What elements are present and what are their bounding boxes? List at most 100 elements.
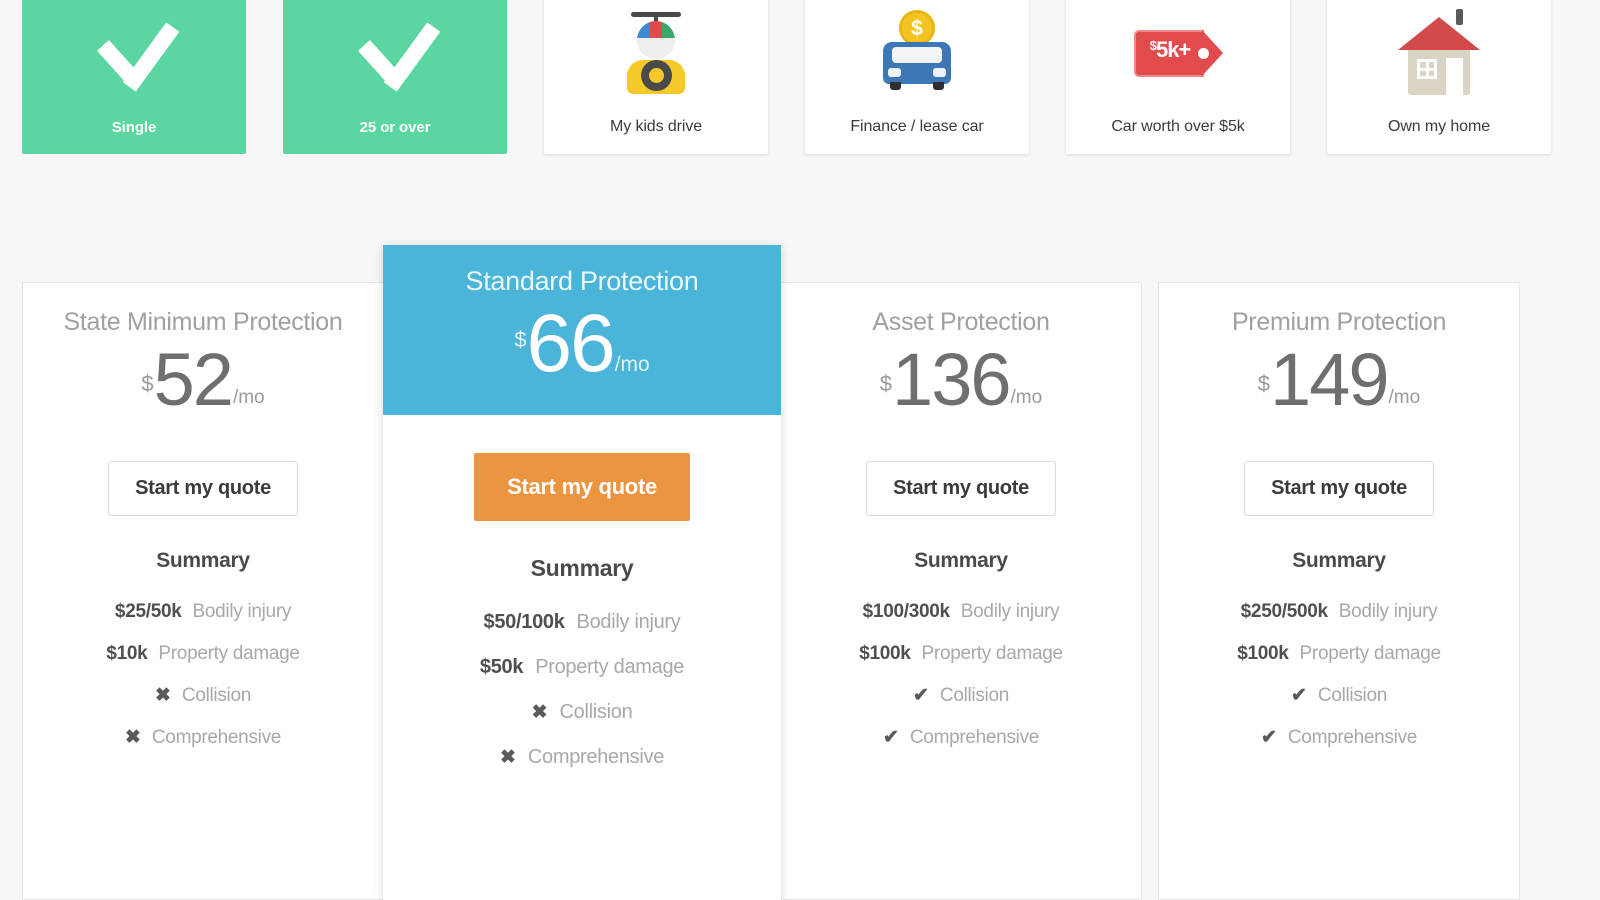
- plan-name: Premium Protection: [1231, 308, 1447, 336]
- plan-header: Premium Protection $149/mo: [1159, 283, 1519, 417]
- summary-row: $50/100k Bodily injury: [383, 600, 781, 645]
- summary-label: Comprehensive: [909, 726, 1040, 748]
- summary-list: $250/500k Bodily injury $100k Property dama…: [1159, 591, 1519, 759]
- price-period: /mo: [232, 386, 265, 408]
- price-period: /mo: [614, 352, 650, 376]
- plan-header: Standard Protection $66/mo: [383, 245, 781, 415]
- start-my-quote-button[interactable]: Start my quote: [108, 460, 298, 516]
- profile-tiles-row: Single 25 or over My kids drive $ Finance / …: [22, 0, 1578, 154]
- check-icon: [352, 20, 438, 82]
- plan-header: Asset Protection $136/mo: [781, 283, 1141, 417]
- summary-row: $100k Property damage: [1159, 633, 1519, 675]
- summary-label: Bodily injury: [960, 600, 1060, 622]
- profile-tile-single[interactable]: Single: [22, 0, 246, 154]
- currency-symbol: $: [1257, 370, 1271, 396]
- plan-card-standard-protection: Standard Protection $66/mo Start my quote S…: [383, 245, 781, 900]
- summary-value: $50k: [479, 655, 524, 678]
- price-amount: 52: [153, 337, 234, 421]
- profile-tile-own-my-home[interactable]: Own my home: [1327, 0, 1551, 154]
- summary-row: ✖ Comprehensive: [383, 735, 781, 780]
- profile-tile-label: Car worth over $5k: [1111, 118, 1245, 135]
- summary-row: ✖ Collision: [383, 690, 781, 735]
- cta-wrapper: Start my quote: [1159, 460, 1519, 516]
- start-my-quote-button[interactable]: Start my quote: [866, 460, 1056, 516]
- house-icon: [1396, 9, 1482, 97]
- summary-row: $25/50k Bodily injury: [23, 591, 383, 633]
- profile-tile-finance-lease-car[interactable]: $ Finance / lease car: [805, 0, 1029, 154]
- summary-label: Collision: [1317, 684, 1388, 706]
- price-amount: 149: [1270, 337, 1389, 421]
- check-icon: [91, 20, 177, 82]
- plan-name: Asset Protection: [872, 308, 1050, 336]
- price-amount: 66: [526, 297, 616, 389]
- summary-row: ✖ Collision: [23, 675, 383, 717]
- excluded-cross-icon: ✖: [531, 701, 548, 723]
- summary-label: Collision: [181, 684, 252, 706]
- summary-row: ✖ Comprehensive: [23, 717, 383, 759]
- plan-name: State Minimum Protection: [63, 308, 343, 336]
- tile-icon-slot: $5k+: [1066, 0, 1290, 118]
- excluded-cross-icon: ✖: [124, 726, 141, 748]
- summary-label: Bodily injury: [192, 600, 292, 622]
- plan-price: $149/mo: [1169, 337, 1509, 421]
- kid-driver-icon: [617, 10, 695, 96]
- profile-tile-label: 25 or over: [359, 119, 431, 136]
- currency-symbol: $: [141, 370, 154, 396]
- summary-row: ✔ Comprehensive: [781, 717, 1141, 759]
- plan-cards-row: State Minimum Protection $52/mo Start my q…: [22, 245, 1578, 900]
- start-my-quote-button[interactable]: Start my quote: [1244, 460, 1434, 516]
- plan-card-premium-protection: Premium Protection $149/mo Start my quote S…: [1158, 282, 1520, 900]
- summary-row: ✔ Comprehensive: [1159, 717, 1519, 759]
- price-tag-5k-icon: $5k+: [1132, 10, 1224, 96]
- summary-row: ✔ Collision: [781, 675, 1141, 717]
- included-check-icon: ✔: [1290, 684, 1307, 706]
- plan-price: $136/mo: [791, 342, 1131, 417]
- price-period: /mo: [1010, 386, 1043, 408]
- profile-tile-25-or-over[interactable]: 25 or over: [283, 0, 507, 154]
- plan-header: State Minimum Protection $52/mo: [23, 283, 383, 417]
- summary-value: $100/300k: [862, 600, 950, 622]
- summary-heading: Summary: [914, 548, 1008, 572]
- profile-tile-label: Single: [111, 119, 157, 136]
- summary-label: Property damage: [921, 642, 1064, 664]
- summary-label: Property damage: [158, 642, 300, 664]
- plan-name: Standard Protection: [465, 266, 699, 296]
- excluded-cross-icon: ✖: [499, 746, 516, 768]
- profile-tile-label: Finance / lease car: [850, 118, 984, 135]
- summary-row: $100k Property damage: [781, 633, 1141, 675]
- tile-icon-slot: [1327, 0, 1551, 118]
- summary-label: Comprehensive: [1287, 726, 1418, 748]
- summary-row: $10k Property damage: [23, 633, 383, 675]
- summary-label: Property damage: [535, 655, 685, 678]
- summary-label: Collision: [939, 684, 1010, 706]
- summary-value: $250/500k: [1240, 600, 1328, 622]
- plan-price: $66/mo: [393, 297, 771, 389]
- included-check-icon: ✔: [1260, 726, 1277, 748]
- summary-heading: Summary: [156, 548, 250, 572]
- summary-label: Comprehensive: [527, 745, 665, 768]
- cta-wrapper: Start my quote: [23, 460, 383, 516]
- price-period: /mo: [1388, 386, 1421, 408]
- summary-list: $50/100k Bodily injury $50k Property damage…: [383, 600, 781, 780]
- summary-heading: Summary: [530, 554, 634, 581]
- summary-label: Property damage: [1299, 642, 1442, 664]
- profile-tile-car-worth-over-5k[interactable]: $5k+ Car worth over $5k: [1066, 0, 1290, 154]
- financed-car-icon: $: [875, 10, 959, 96]
- summary-heading: Summary: [1292, 548, 1386, 572]
- summary-label: Bodily injury: [1338, 600, 1438, 622]
- summary-value: $25/50k: [114, 600, 182, 622]
- included-check-icon: ✔: [882, 726, 899, 748]
- profile-tile-label: My kids drive: [609, 118, 703, 135]
- tile-icon-slot: $: [805, 0, 1029, 118]
- profile-tile-my-kids-drive[interactable]: My kids drive: [544, 0, 768, 154]
- profile-tile-label: Own my home: [1387, 118, 1491, 135]
- currency-symbol: $: [514, 326, 527, 352]
- plan-card-state-minimum-protection: State Minimum Protection $52/mo Start my q…: [22, 282, 384, 900]
- summary-list: $100/300k Bodily injury $100k Property dama…: [781, 591, 1141, 759]
- summary-row: $250/500k Bodily injury: [1159, 591, 1519, 633]
- summary-label: Comprehensive: [151, 726, 282, 748]
- summary-label: Bodily injury: [576, 610, 681, 633]
- plan-price: $52/mo: [33, 337, 373, 421]
- included-check-icon: ✔: [912, 684, 929, 706]
- start-my-quote-button[interactable]: Start my quote: [474, 452, 690, 521]
